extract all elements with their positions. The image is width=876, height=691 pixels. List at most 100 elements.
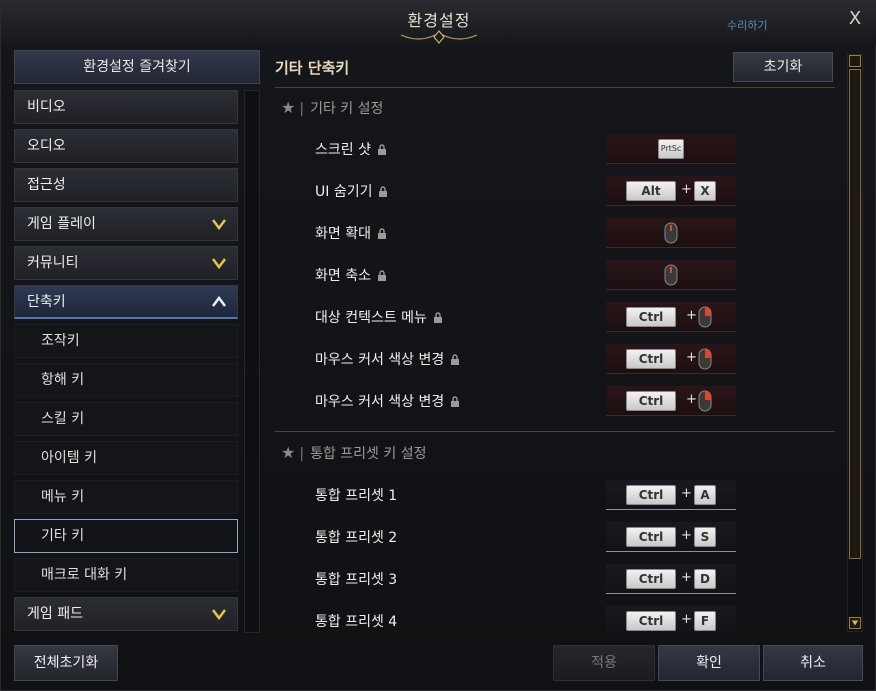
settings-sidebar: 비디오 오디오 접근성 게임 플레이 커뮤니티 단축키 조작키 항해 키 스킬 … bbox=[14, 90, 239, 633]
lock-icon bbox=[379, 186, 388, 197]
lock-icon bbox=[433, 312, 442, 323]
keybind-slot[interactable]: PrtSc bbox=[606, 134, 736, 164]
shortcut-label: 대상 컨텍스트 메뉴 bbox=[315, 307, 443, 327]
keybind-slot[interactable]: Ctrl + bbox=[606, 344, 736, 374]
sidebar-item-label: 메뉴 키 bbox=[41, 489, 85, 505]
sidebar-item-video[interactable]: 비디오 bbox=[14, 90, 238, 124]
apply-button[interactable]: 적용 bbox=[553, 645, 655, 681]
keybind-slot[interactable]: Alt + X bbox=[606, 176, 736, 206]
sidebar-item-community[interactable]: 커뮤니티 bbox=[14, 246, 238, 280]
key-cap: Ctrl bbox=[626, 485, 676, 505]
keybind-slot[interactable]: Ctrl + D bbox=[606, 564, 736, 594]
lock-icon bbox=[451, 354, 460, 365]
sidebar-item-skill-keys[interactable]: 스킬 키 bbox=[14, 402, 238, 436]
key-cap: X bbox=[694, 181, 716, 201]
key-cap: PrtSc bbox=[658, 139, 684, 159]
sidebar-scrollbar[interactable] bbox=[244, 90, 260, 633]
content-scrollbar[interactable] bbox=[847, 54, 863, 632]
sidebar-item-label: 매크로 대화 키 bbox=[41, 567, 128, 583]
sidebar-item-label: 단축키 bbox=[27, 294, 66, 310]
plus-sign: + bbox=[681, 528, 692, 543]
mouse-right-icon bbox=[698, 306, 712, 328]
key-cap: Ctrl bbox=[626, 611, 676, 631]
shortcut-label: 통합 프리셋 3 bbox=[315, 572, 398, 588]
key-cap: F bbox=[694, 611, 716, 631]
ok-button[interactable]: 확인 bbox=[658, 645, 760, 681]
sidebar-item-macro-chat-keys[interactable]: 매크로 대화 키 bbox=[14, 558, 238, 592]
keybind-slot[interactable] bbox=[606, 260, 736, 290]
sidebar-item-audio[interactable]: 오디오 bbox=[14, 129, 238, 163]
key-cap: Ctrl bbox=[626, 391, 676, 411]
group-title: 기타 키 설정 bbox=[310, 101, 384, 117]
chevron-down-icon bbox=[212, 219, 226, 231]
keybind-slot[interactable]: Ctrl + F bbox=[606, 606, 736, 633]
plus-sign: + bbox=[681, 486, 692, 501]
sidebar-item-other-keys[interactable]: 기타 키 bbox=[14, 519, 238, 553]
lock-icon bbox=[451, 396, 460, 407]
reset-all-button[interactable]: 전체초기화 bbox=[14, 645, 118, 681]
sidebar-item-shortcuts[interactable]: 단축키 bbox=[14, 285, 238, 319]
scroll-up-arrow[interactable] bbox=[849, 55, 861, 67]
sidebar-item-label: 항해 키 bbox=[41, 372, 85, 388]
keybind-slot[interactable]: Ctrl + bbox=[606, 302, 736, 332]
shortcut-label: 통합 프리셋 4 bbox=[315, 614, 398, 630]
mouse-wheel-icon bbox=[664, 264, 678, 286]
key-cap: A bbox=[694, 485, 716, 505]
sidebar-item-label: 기타 키 bbox=[41, 528, 85, 544]
lock-icon bbox=[377, 228, 386, 239]
shortcut-label-text: 스크린 샷 bbox=[315, 142, 371, 158]
keybind-slot[interactable]: Ctrl + bbox=[606, 386, 736, 416]
chevron-down-icon bbox=[212, 258, 226, 270]
shortcut-label-text: 마우스 커서 색상 변경 bbox=[315, 394, 445, 410]
background-hint: 수리하기 bbox=[727, 19, 768, 32]
shortcut-label: UI 숨기기 bbox=[315, 181, 388, 201]
scroll-thumb[interactable] bbox=[849, 69, 861, 559]
title-ornament-icon bbox=[400, 30, 478, 44]
sidebar-item-label: 게임 패드 bbox=[27, 606, 83, 622]
title-bar: 환경설정 수리하기 X bbox=[1, 1, 876, 45]
sidebar-item-gameplay[interactable]: 게임 플레이 bbox=[14, 207, 238, 241]
plus-sign: + bbox=[681, 612, 692, 627]
shortcut-label: 화면 축소 bbox=[315, 265, 387, 285]
sidebar-item-control-keys[interactable]: 조작키 bbox=[14, 324, 238, 358]
sidebar-item-menu-keys[interactable]: 메뉴 키 bbox=[14, 480, 238, 514]
sidebar-item-label: 게임 플레이 bbox=[27, 216, 96, 232]
key-cap: D bbox=[694, 569, 716, 589]
group-divider bbox=[275, 431, 835, 432]
shortcut-label-text: 마우스 커서 색상 변경 bbox=[315, 352, 445, 368]
shortcut-list: ★ | 기타 키 설정 스크린 샷 PrtSc UI 숨기기 Alt + X 화면 … bbox=[275, 90, 837, 633]
lock-icon bbox=[377, 144, 386, 155]
shortcut-label-text: UI 숨기기 bbox=[315, 184, 373, 200]
chevron-down-icon bbox=[212, 609, 226, 621]
shortcut-label: 통합 프리셋 2 bbox=[315, 530, 398, 546]
settings-window: 환경설정 수리하기 X 환경설정 즐겨찾기 비디오 오디오 접근성 게임 플레이… bbox=[0, 0, 876, 691]
chevron-up-icon bbox=[212, 295, 226, 307]
plus-sign: + bbox=[681, 570, 692, 585]
keybind-slot[interactable]: Ctrl + A bbox=[606, 480, 736, 510]
sidebar-item-sailing-keys[interactable]: 항해 키 bbox=[14, 363, 238, 397]
plus-sign: + bbox=[686, 308, 697, 323]
sidebar-item-label: 아이템 키 bbox=[41, 450, 97, 466]
scroll-down-arrow[interactable] bbox=[849, 617, 861, 629]
cancel-button[interactable]: 취소 bbox=[763, 645, 863, 681]
sidebar-item-accessibility[interactable]: 접근성 bbox=[14, 168, 238, 202]
shortcut-label-text: 화면 확대 bbox=[315, 226, 371, 242]
group-separator: | bbox=[299, 101, 305, 117]
sidebar-item-item-keys[interactable]: 아이템 키 bbox=[14, 441, 238, 475]
shortcut-label: 마우스 커서 색상 변경 bbox=[315, 391, 460, 411]
close-button[interactable]: X bbox=[843, 7, 867, 31]
key-cap: Alt bbox=[626, 181, 676, 201]
keybind-slot[interactable]: Ctrl + S bbox=[606, 522, 736, 552]
shortcut-label-text: 대상 컨텍스트 메뉴 bbox=[315, 310, 427, 326]
sidebar-item-gamepad[interactable]: 게임 패드 bbox=[14, 597, 238, 631]
header-divider bbox=[275, 87, 835, 88]
key-cap: S bbox=[694, 527, 716, 547]
star-icon: ★ bbox=[281, 98, 296, 117]
favorites-button[interactable]: 환경설정 즐겨찾기 bbox=[14, 50, 260, 84]
mouse-right-icon bbox=[698, 348, 712, 370]
keybind-slot[interactable] bbox=[606, 218, 736, 248]
reset-button[interactable]: 초기화 bbox=[733, 52, 833, 82]
shortcut-label: 마우스 커서 색상 변경 bbox=[315, 349, 460, 369]
shortcut-label: 스크린 샷 bbox=[315, 139, 387, 159]
plus-sign: + bbox=[686, 350, 697, 365]
